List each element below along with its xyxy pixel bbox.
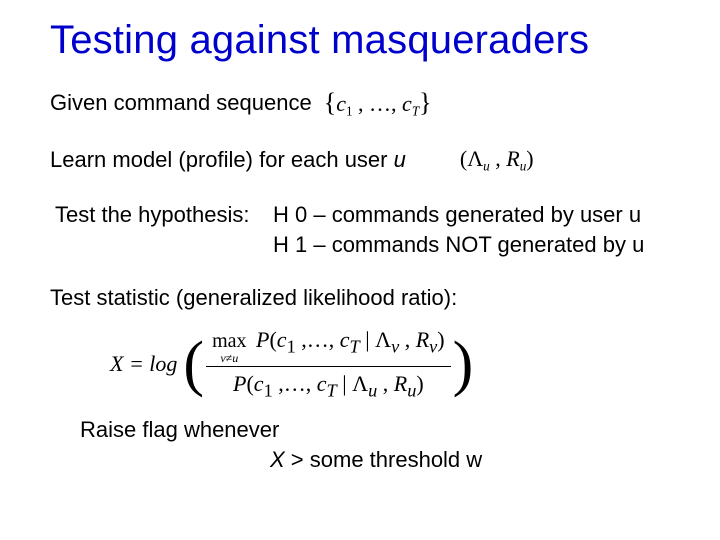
line-learn: Learn model (profile) for each user u (Λ…: [50, 144, 680, 175]
math-model: (Λu , Ru): [460, 144, 534, 175]
text-threshold: X > some threshold w: [50, 445, 680, 475]
hypothesis-block: Test the hypothesis: H 0 – commands gene…: [55, 200, 680, 259]
eq-max-cond: v≠u: [220, 351, 238, 364]
math-sequence: {c1 , …, cT}: [324, 85, 432, 120]
line-given: Given command sequence {c1 , …, cT}: [50, 85, 680, 120]
paren-left-icon: (: [181, 333, 206, 395]
fraction: max v≠u P(c1 ,…, cT | Λv , Rv) P(c1 ,…, …: [206, 323, 451, 405]
equation-block: X = log ( max v≠u P(c1 ,…, cT | Λv , Rv)…: [110, 323, 680, 405]
eq-denominator: P(c1 ,…, cT | Λu , Ru): [227, 367, 430, 405]
text-given: Given command sequence: [50, 88, 312, 118]
text-h1: H 1 – commands NOT generated by u: [55, 230, 680, 260]
slide: Testing against masqueraders Given comma…: [0, 0, 720, 540]
paren-right-icon: ): [451, 333, 476, 395]
slide-title: Testing against masqueraders: [50, 18, 680, 63]
slide-body: Given command sequence {c1 , …, cT} Lear…: [50, 85, 680, 474]
text-raise-flag: Raise flag whenever: [50, 415, 680, 445]
text-hypothesis-intro: Test the hypothesis:: [55, 200, 273, 230]
eq-max-op: max: [212, 331, 246, 351]
eq-left: X = log: [110, 349, 181, 379]
eq-numerator: max v≠u P(c1 ,…, cT | Λv , Rv): [206, 323, 451, 366]
text-h0: H 0 – commands generated by user u: [273, 200, 641, 230]
text-learn: Learn model (profile) for each user u: [50, 145, 406, 175]
text-stat-label: Test statistic (generalized likelihood r…: [50, 283, 680, 313]
